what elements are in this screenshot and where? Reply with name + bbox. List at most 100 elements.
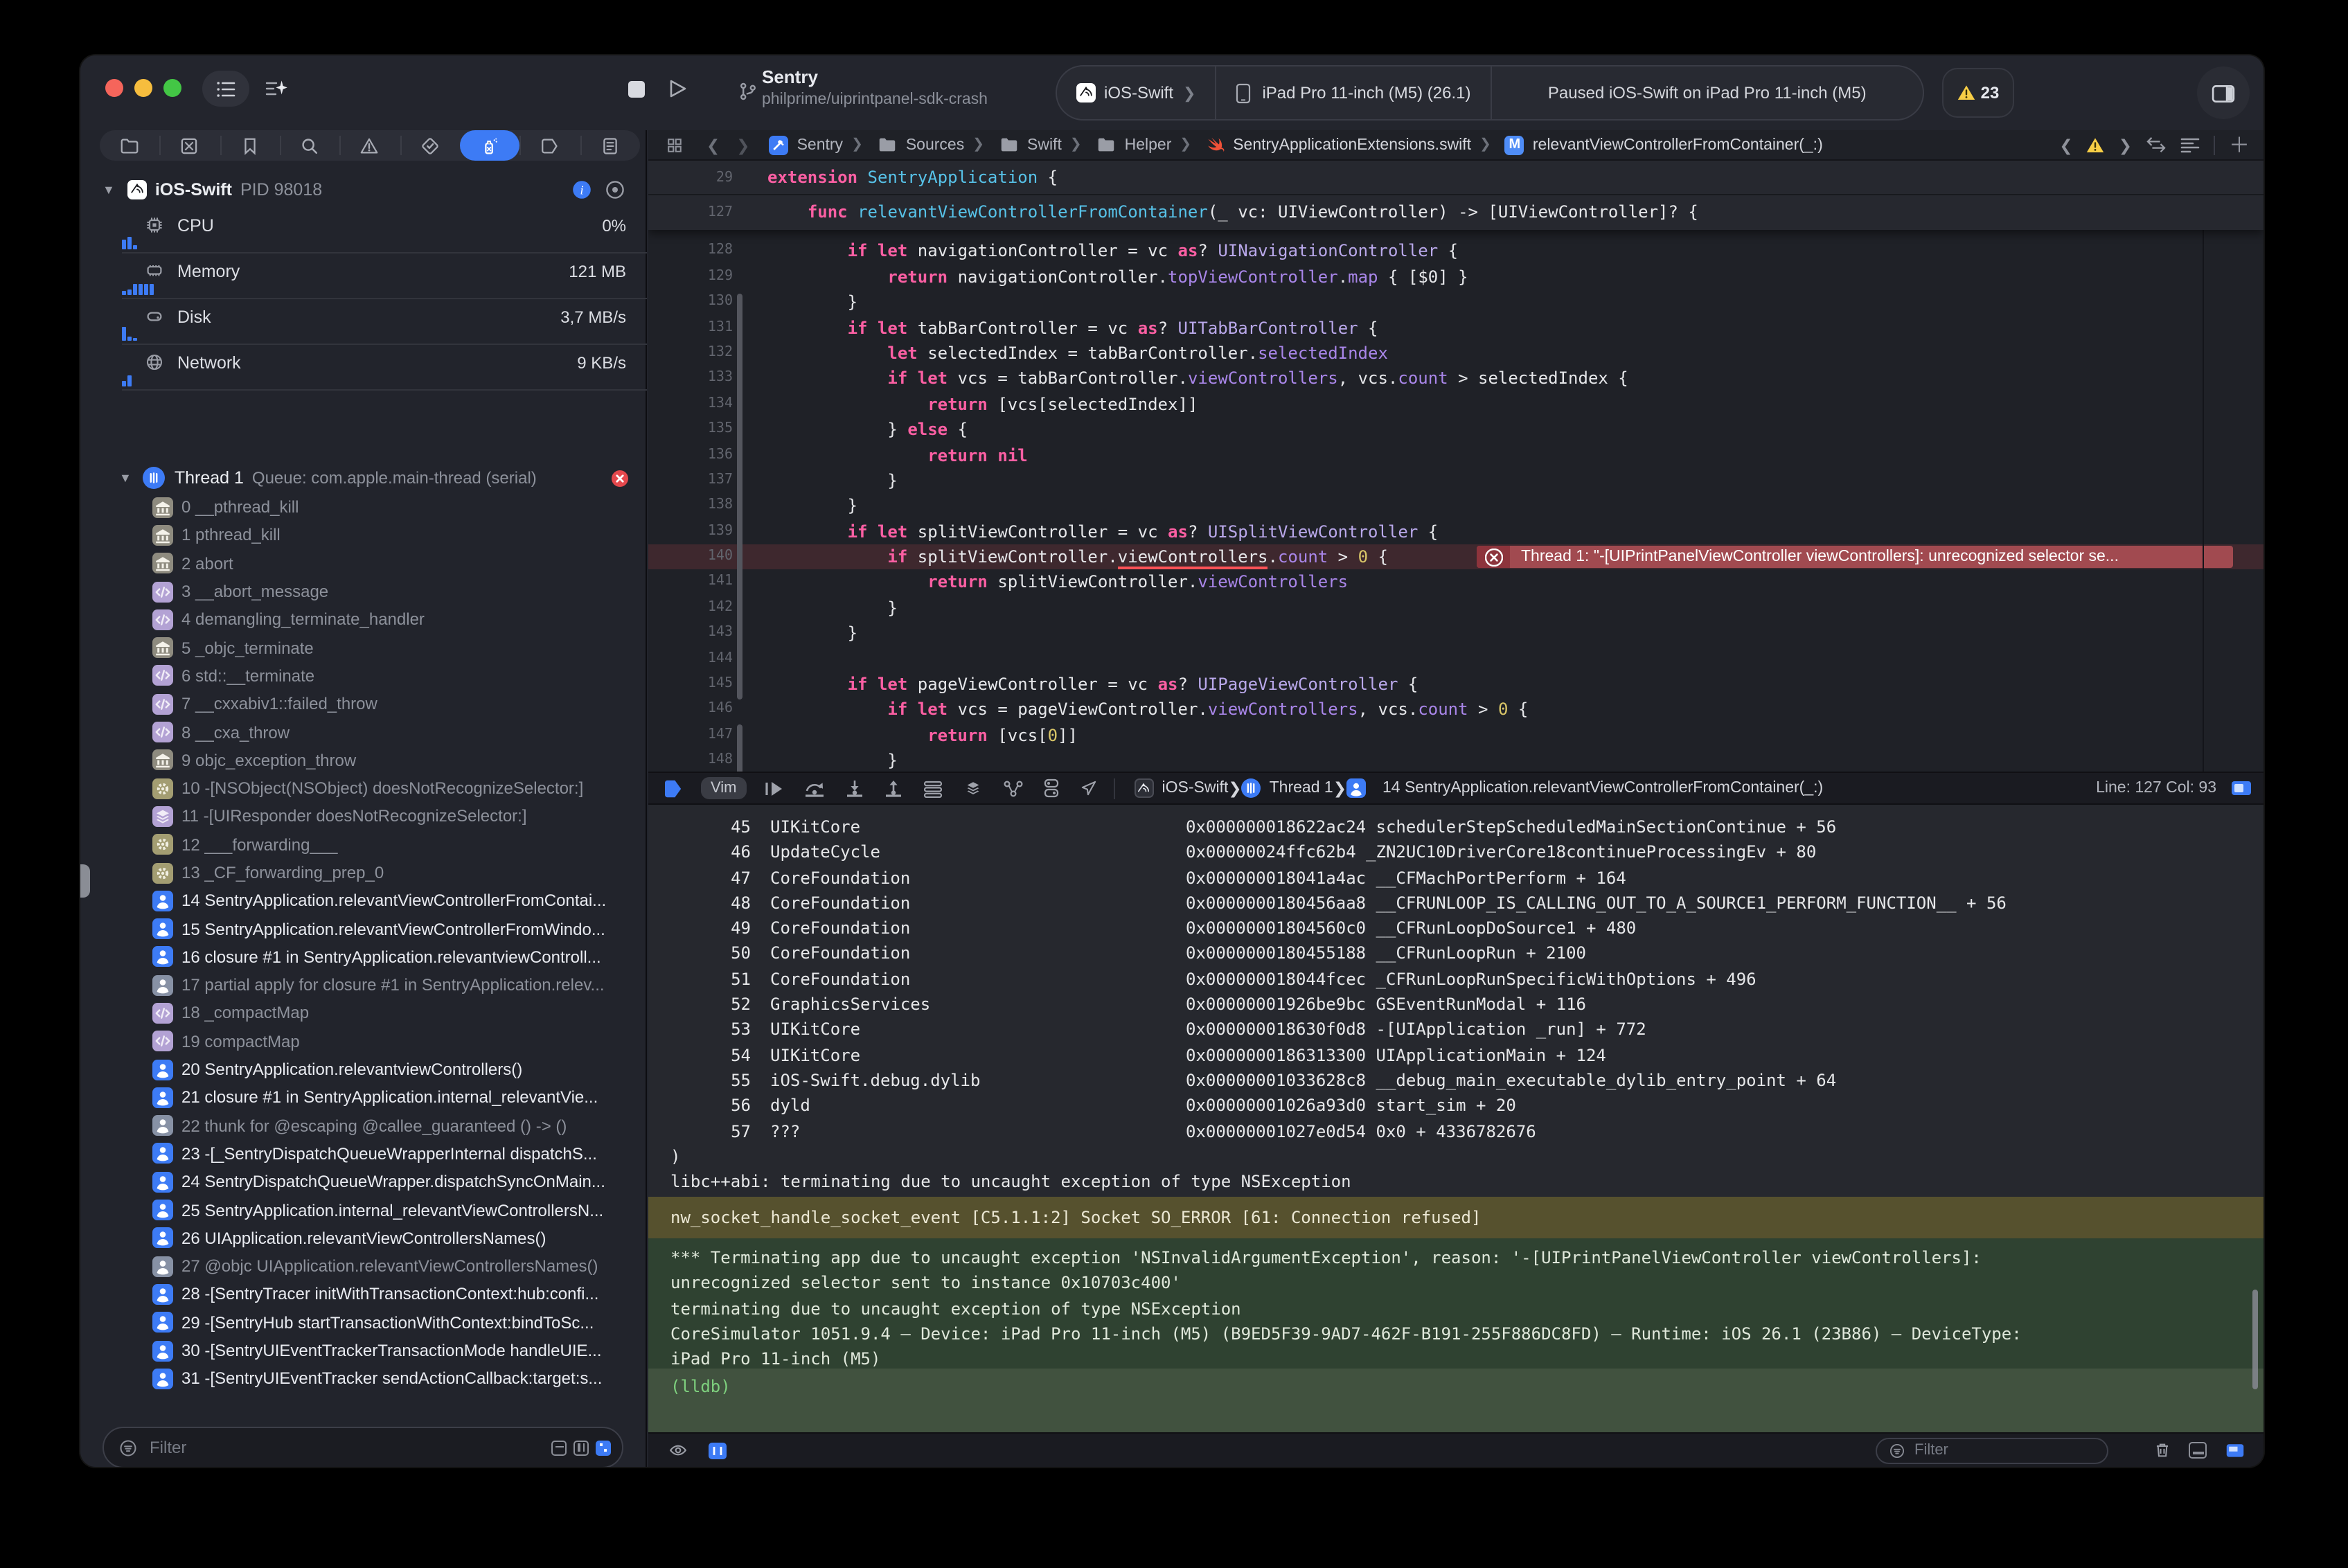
pane-resize-handle[interactable] xyxy=(80,864,90,898)
code-review-icon[interactable] xyxy=(2146,136,2167,154)
code-line[interactable]: 132 let selectedIndex = tabBarController… xyxy=(648,341,2263,366)
hide-debug-area-icon[interactable] xyxy=(2223,1441,2247,1460)
stack-frame-row[interactable]: 15 SentryApplication.relevantViewControl… xyxy=(80,915,647,943)
simulate-location-icon[interactable] xyxy=(1079,778,1099,798)
gauge-memory[interactable]: Memory 121 MB xyxy=(122,253,647,299)
console-display-icon[interactable] xyxy=(2230,779,2252,797)
code-line[interactable]: 134 return [vcs[selectedIndex]] xyxy=(648,391,2263,417)
console-filter-field[interactable]: Filter xyxy=(1876,1437,2108,1463)
stack-frame-row[interactable]: 19 compactMap xyxy=(80,1027,647,1055)
thread-error-banner[interactable]: Thread 1: "-[UIPrintPanelViewController … xyxy=(1477,546,2233,569)
info-icon[interactable]: i xyxy=(572,180,592,199)
stack-frame-row[interactable]: 14 SentryApplication.relevantViewControl… xyxy=(80,887,647,915)
stack-frame-row[interactable]: 7 __cxxabiv1::failed_throw xyxy=(80,690,647,718)
stack-frame-row[interactable]: 25 SentryApplication.internal_relevantVi… xyxy=(80,1196,647,1224)
code-line[interactable]: 148 } xyxy=(648,748,2263,772)
continue-icon[interactable] xyxy=(765,779,784,797)
stack-frame-row[interactable]: 31 -[SentryUIEventTracker sendActionCall… xyxy=(80,1364,647,1393)
related-items-icon[interactable] xyxy=(665,135,684,154)
step-into-icon[interactable] xyxy=(845,779,864,797)
console-scrollbar[interactable] xyxy=(2252,1290,2258,1389)
code-line[interactable]: 133 if let vcs = tabBarController.viewCo… xyxy=(648,366,2263,392)
split-console-icon[interactable] xyxy=(2189,1442,2207,1459)
code-line[interactable]: 146 if let vcs = pageViewController.view… xyxy=(648,697,2263,723)
forward-button[interactable]: ❯ xyxy=(736,135,749,154)
stack-frame-row[interactable]: 21 closure #1 in SentryApplication.inter… xyxy=(80,1083,647,1112)
sticky-code-line[interactable]: 29extension SentryApplication { xyxy=(648,161,2263,195)
breadcrumb-1[interactable]: Sentry❯ xyxy=(770,135,871,154)
chevron-down-icon[interactable]: ▼ xyxy=(103,183,115,197)
step-over-icon[interactable] xyxy=(803,779,826,797)
process-row[interactable]: ▼ iOS-Swift PID 98018 i xyxy=(80,175,647,205)
tab-debug-navigator[interactable] xyxy=(460,130,520,161)
memory-graph-icon[interactable] xyxy=(963,778,984,798)
code-line[interactable]: 136 return nil xyxy=(648,443,2263,468)
stack-frame-row[interactable]: 28 -[SentryTracer initWithTransactionCon… xyxy=(80,1281,647,1309)
tab-tests[interactable] xyxy=(400,130,460,161)
stack-frame-row[interactable]: 3 __abort_message xyxy=(80,578,647,606)
debug-crumb-3[interactable]: 14 SentryApplication.relevantViewControl… xyxy=(1346,778,1823,798)
code-line[interactable]: 142 } xyxy=(648,596,2263,621)
code-line[interactable]: 135 } else { xyxy=(648,417,2263,443)
stack-frame-row[interactable]: 27 @objc UIApplication.relevantViewContr… xyxy=(80,1252,647,1281)
debug-crumb-1[interactable]: iOS-Swift❯ xyxy=(1135,778,1242,798)
back-button[interactable]: ❮ xyxy=(706,135,720,154)
stack-frame-row[interactable]: 16 closure #1 in SentryApplication.relev… xyxy=(80,943,647,972)
code-area[interactable]: 128 if let navigationController = vc as?… xyxy=(648,161,2263,772)
columns-toggle-icon[interactable] xyxy=(573,1440,589,1455)
gauge-network[interactable]: Network 9 KB/s xyxy=(122,345,647,391)
run-button[interactable] xyxy=(659,71,695,107)
stack-frame-row[interactable]: 2 abort xyxy=(80,549,647,578)
next-issue-icon[interactable]: ❯ xyxy=(2119,135,2132,154)
stack-frame-row[interactable]: 18 _compactMap xyxy=(80,999,647,1028)
stack-frame-row[interactable]: 10 -[NSObject(NSObject) doesNotRecognize… xyxy=(80,774,647,803)
gauge-cpu[interactable]: CPU 0% xyxy=(122,208,647,253)
debug-network-icon[interactable] xyxy=(1003,779,1024,797)
tab-breakpoints[interactable] xyxy=(520,130,580,161)
flatten-toggle-icon[interactable] xyxy=(551,1440,567,1455)
breadcrumb-4[interactable]: Helper❯ xyxy=(1096,134,1200,155)
debug-crumb-2[interactable]: Thread 1❯ xyxy=(1242,778,1346,798)
prev-issue-icon[interactable]: ❮ xyxy=(2059,135,2072,154)
scheme-segment[interactable]: iOS-Swift❯ xyxy=(1057,66,1215,119)
tab-find[interactable] xyxy=(280,130,340,161)
breadcrumb-2[interactable]: Sources❯ xyxy=(877,134,993,155)
stack-frame-row[interactable]: 13 _CF_forwarding_prep_0 xyxy=(80,859,647,887)
stack-frame-row[interactable]: 17 partial apply for closure #1 in Sentr… xyxy=(80,971,647,999)
target-icon[interactable] xyxy=(605,180,625,199)
code-line[interactable]: 139 if let splitViewController = vc as? … xyxy=(648,519,2263,544)
code-line[interactable]: 138 } xyxy=(648,494,2263,519)
console-mode-icon[interactable] xyxy=(708,1441,727,1459)
stack-frame-row[interactable]: 4 demangling_terminate_handler xyxy=(80,605,647,634)
code-line[interactable]: 145 if let pageViewController = vc as? U… xyxy=(648,672,2263,697)
code-line[interactable]: 128 if let navigationController = vc as?… xyxy=(648,239,2263,265)
stop-button[interactable] xyxy=(618,71,654,107)
stack-frame-row[interactable]: 12 ___forwarding___ xyxy=(80,830,647,859)
stack-frame-row[interactable]: 5 _objc_terminate xyxy=(80,634,647,662)
stack-frame-row[interactable]: 20 SentryApplication.relevantviewControl… xyxy=(80,1055,647,1084)
stack-frame-row[interactable]: 1 pthread_kill xyxy=(80,522,647,550)
code-line[interactable]: 129 return navigationController.topViewC… xyxy=(648,265,2263,290)
vim-mode-button[interactable]: Vim xyxy=(701,777,747,799)
breadcrumb-3[interactable]: Swift❯ xyxy=(998,134,1090,155)
view-mode-toggle-icon[interactable] xyxy=(596,1440,611,1455)
sidebar-list-button[interactable] xyxy=(202,71,249,107)
issues-badge[interactable]: 23 xyxy=(1942,68,2014,118)
stack-frame-row[interactable]: 8 __cxa_throw xyxy=(80,718,647,747)
stack-frame-row[interactable]: 24 SentryDispatchQueueWrapper.dispatchSy… xyxy=(80,1168,647,1196)
stack-frame-row[interactable]: 6 std::__terminate xyxy=(80,662,647,691)
code-line[interactable]: 137 } xyxy=(648,468,2263,494)
zoom-window-button[interactable] xyxy=(163,79,181,97)
tab-source-control[interactable] xyxy=(160,130,220,161)
source-editor[interactable]: ❮ ❯ Sentry❯Sources❯Swift❯Helper❯SentryAp… xyxy=(648,130,2263,772)
code-line[interactable]: 131 if let tabBarController = vc as? UIT… xyxy=(648,315,2263,341)
chevron-down-icon[interactable]: ▼ xyxy=(119,471,132,485)
close-window-button[interactable] xyxy=(105,79,123,97)
code-line[interactable]: 143 } xyxy=(648,621,2263,647)
clear-console-icon[interactable] xyxy=(2153,1441,2172,1460)
code-line-error[interactable]: 140 if splitViewController.viewControlle… xyxy=(648,544,2263,570)
tab-bookmarks[interactable] xyxy=(220,130,280,161)
breadcrumb-6[interactable]: MrelevantViewControllerFromContainer(_:) xyxy=(1505,135,1823,154)
ai-assistant-button[interactable] xyxy=(255,71,296,107)
stack-frame-row[interactable]: 22 thunk for @escaping @callee_guarantee… xyxy=(80,1112,647,1140)
